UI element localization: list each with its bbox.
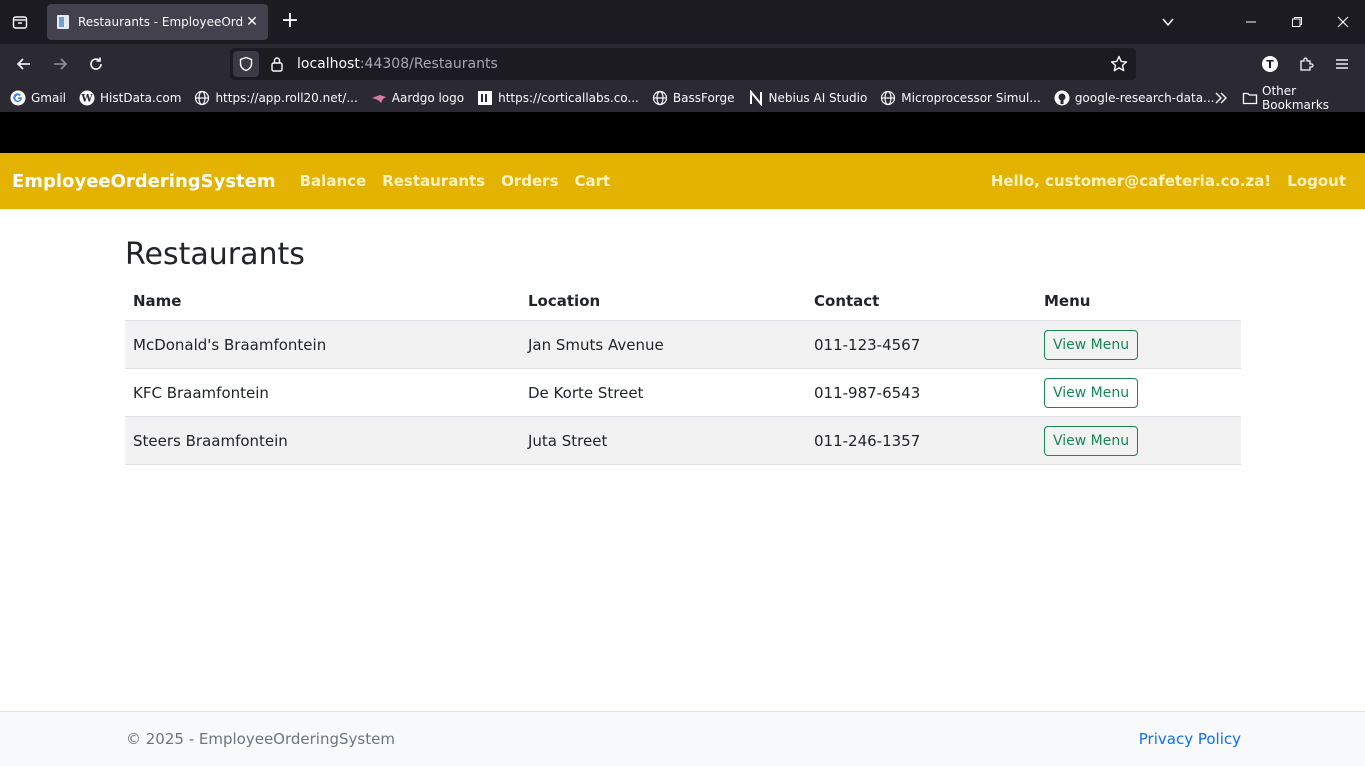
profile-initial: T xyxy=(1266,57,1274,71)
folder-icon xyxy=(1242,90,1258,106)
bookmark-histdata[interactable]: W HistData.com xyxy=(79,90,181,106)
main-content: Restaurants Name Location Contact Menu M… xyxy=(0,209,1365,465)
bookmark-label: https://corticallabs.co... xyxy=(498,91,639,105)
bookmark-label: google-research-data... xyxy=(1074,91,1215,105)
url-host: localhost xyxy=(297,56,360,72)
back-icon[interactable] xyxy=(10,50,38,78)
page-title: Restaurants xyxy=(125,237,305,272)
brand-link[interactable]: EmployeeOrderingSystem xyxy=(12,171,276,192)
bookmark-corticallabs[interactable]: https://corticallabs.co... xyxy=(477,90,639,106)
gmail-icon xyxy=(10,90,26,106)
user-greeting[interactable]: Hello, customer@cafeteria.co.za! xyxy=(991,172,1271,190)
cell-menu: View Menu xyxy=(1036,368,1241,417)
footer-copyright: © 2025 - EmployeeOrderingSystem xyxy=(126,730,395,748)
cell-menu: View Menu xyxy=(1036,320,1241,369)
nav-cart[interactable]: Cart xyxy=(575,172,611,190)
bookmark-bassforge[interactable]: BassForge xyxy=(652,90,735,106)
minimize-icon[interactable] xyxy=(1228,0,1274,44)
extensions-icon[interactable] xyxy=(1292,50,1320,78)
svg-text:W: W xyxy=(80,94,93,105)
restore-icon[interactable] xyxy=(1274,0,1320,44)
close-window-icon[interactable] xyxy=(1320,0,1365,44)
footer: © 2025 - EmployeeOrderingSystem Privacy … xyxy=(0,711,1365,766)
nav-restaurants[interactable]: Restaurants xyxy=(382,172,485,190)
nebius-icon xyxy=(748,90,764,106)
reload-icon[interactable] xyxy=(82,50,110,78)
cell-menu: View Menu xyxy=(1036,416,1241,465)
column-header-name: Name xyxy=(125,288,520,321)
nav-user-area: Hello, customer@cafeteria.co.za! Logout xyxy=(975,153,1346,209)
other-bookmarks[interactable]: Other Bookmarks xyxy=(1242,84,1365,112)
column-header-menu: Menu xyxy=(1036,288,1241,321)
column-header-location: Location xyxy=(520,288,806,321)
bookmark-microprocessor[interactable]: Microprocessor Simul... xyxy=(880,90,1041,106)
url-path: :44308/Restaurants xyxy=(359,56,498,72)
bookmark-label: Aardgo logo xyxy=(391,91,465,105)
table-row: McDonald's Braamfontein Jan Smuts Avenue… xyxy=(125,320,1241,369)
nav-balance[interactable]: Balance xyxy=(300,172,367,190)
privacy-policy-link[interactable]: Privacy Policy xyxy=(1139,730,1241,748)
more-bookmarks-icon[interactable] xyxy=(1213,90,1229,109)
cell-contact: 011-246-1357 xyxy=(806,416,1036,465)
lock-icon[interactable] xyxy=(267,56,287,72)
restaurants-table: Name Location Contact Menu McDonald's Br… xyxy=(125,288,1241,465)
browser-tab-bar: Restaurants - EmployeeOrderingSystem ✕ + xyxy=(0,0,1365,44)
cell-location: De Korte Street xyxy=(520,368,806,417)
column-header-contact: Contact xyxy=(806,288,1036,321)
cell-contact: 011-987-6543 xyxy=(806,368,1036,417)
tracking-protection-icon[interactable] xyxy=(233,51,259,77)
viewport-top-strip xyxy=(0,112,1365,153)
bookmark-star-icon[interactable] xyxy=(1110,55,1128,77)
bookmark-label: HistData.com xyxy=(100,91,182,105)
menu-icon[interactable] xyxy=(1328,50,1356,78)
bookmark-aardgo[interactable]: Aardgo logo xyxy=(371,90,464,106)
bookmark-nebius[interactable]: Nebius AI Studio xyxy=(748,90,868,106)
globe-icon xyxy=(880,90,896,106)
url-bar[interactable]: localhost:44308/Restaurants xyxy=(230,48,1136,80)
app-navbar: EmployeeOrderingSystem Balance Restauran… xyxy=(0,153,1365,209)
tab-list-icon[interactable] xyxy=(0,0,40,44)
corticallabs-icon xyxy=(477,90,493,106)
aardgo-icon xyxy=(371,90,387,106)
table-row: KFC Braamfontein De Korte Street 011-987… xyxy=(125,368,1241,417)
logout-button[interactable]: Logout xyxy=(1287,172,1346,190)
bookmark-google-research[interactable]: google-research-data... xyxy=(1054,90,1215,106)
github-icon xyxy=(1054,90,1070,106)
nav-orders[interactable]: Orders xyxy=(501,172,558,190)
cell-contact: 011-123-4567 xyxy=(806,320,1036,369)
bookmark-label: Microprocessor Simul... xyxy=(901,91,1041,105)
bookmark-label: Nebius AI Studio xyxy=(768,91,868,105)
tab-title: Restaurants - EmployeeOrderingSystem xyxy=(78,15,244,29)
globe-icon xyxy=(652,90,668,106)
other-bookmarks-label: Other Bookmarks xyxy=(1262,84,1330,112)
cell-location: Jan Smuts Avenue xyxy=(520,320,806,369)
view-menu-button[interactable]: View Menu xyxy=(1044,425,1139,456)
cell-location: Juta Street xyxy=(520,416,806,465)
bookmark-gmail[interactable]: Gmail xyxy=(10,90,66,106)
bookmark-label: BassForge xyxy=(672,91,735,105)
browser-toolbar: localhost:44308/Restaurants T xyxy=(0,44,1365,84)
table-header-row: Name Location Contact Menu xyxy=(125,288,1241,321)
cell-name: KFC Braamfontein xyxy=(125,368,520,417)
page-favicon-icon xyxy=(55,14,71,30)
globe-icon xyxy=(194,90,210,106)
list-all-tabs-icon[interactable] xyxy=(1145,0,1191,44)
bookmark-label: https://app.roll20.net/... xyxy=(215,91,358,105)
wordpress-icon: W xyxy=(79,90,95,106)
browser-tab-active[interactable]: Restaurants - EmployeeOrderingSystem ✕ xyxy=(47,4,268,40)
tab-close-icon[interactable]: ✕ xyxy=(244,14,260,30)
cell-name: Steers Braamfontein xyxy=(125,416,520,465)
view-menu-button[interactable]: View Menu xyxy=(1044,329,1139,360)
forward-icon[interactable] xyxy=(46,50,74,78)
cell-name: McDonald's Braamfontein xyxy=(125,320,520,369)
bookmarks-bar: Gmail W HistData.com https://app.roll20.… xyxy=(0,84,1365,112)
table-row: Steers Braamfontein Juta Street 011-246-… xyxy=(125,416,1241,465)
profile-avatar[interactable]: T xyxy=(1256,50,1284,78)
view-menu-button[interactable]: View Menu xyxy=(1044,377,1139,408)
url-text[interactable]: localhost:44308/Restaurants xyxy=(297,56,498,72)
bookmark-roll20[interactable]: https://app.roll20.net/... xyxy=(194,90,358,106)
new-tab-icon[interactable]: + xyxy=(278,10,302,34)
bookmark-label: Gmail xyxy=(31,91,67,105)
